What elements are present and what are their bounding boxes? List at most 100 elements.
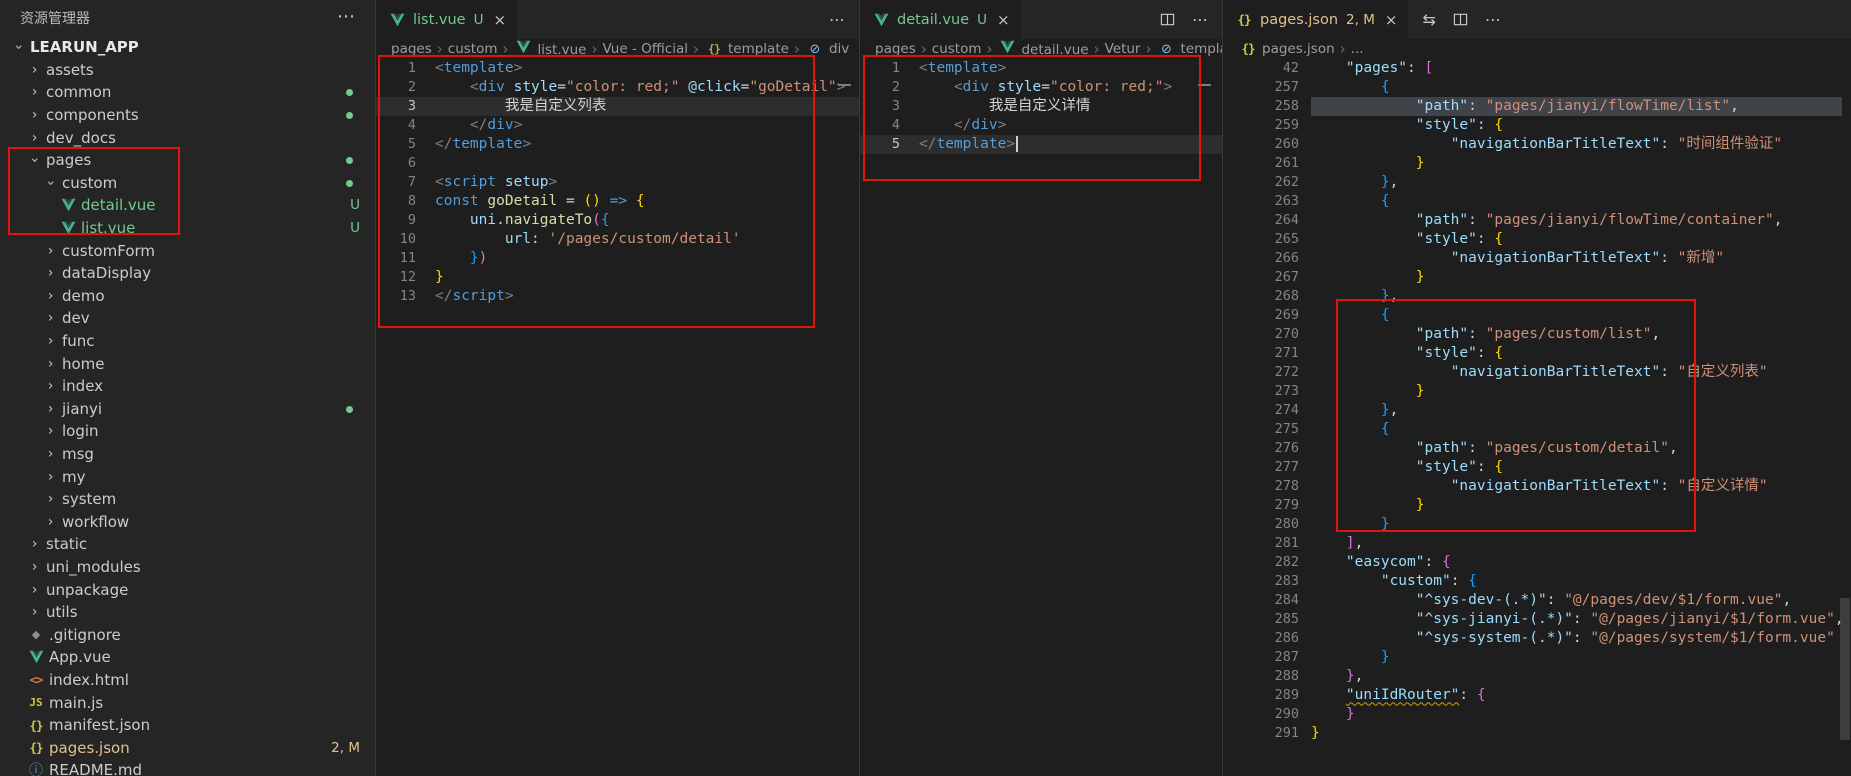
breadcrumb-item-custom[interactable]: custom [932,41,982,57]
tree-item-label: LEARUN_APP [30,38,139,56]
tree-folder-uni_modules[interactable]: ›uni_modules [0,556,375,579]
line-content: } [1311,496,1425,515]
breadcrumb-item-template[interactable]: ⊘template [1156,41,1222,57]
line-content: "uniIdRouter": { [1311,686,1486,705]
tab-bar: list.vueU× ⋯ [376,0,859,39]
split-editor-icon[interactable] [1160,12,1175,27]
open-changes-icon[interactable]: ⇆ [1422,10,1435,29]
tree-folder-workflow[interactable]: ›workflow [0,510,375,533]
tree-folder-pages[interactable]: ›pages [0,149,375,172]
tree-file-README.md[interactable]: ⓘREADME.md [0,759,375,776]
modified-dot [346,112,353,119]
tree-folder-dev[interactable]: ›dev [0,307,375,330]
split-editor-icon[interactable] [1453,12,1468,27]
line-number: 282 [1223,553,1299,572]
breadcrumb-item-pages.json[interactable]: {}pages.json [1238,41,1335,57]
breadcrumb-separator: › [1145,40,1151,58]
line-content: }, [1311,173,1398,192]
close-icon[interactable]: × [1385,11,1398,29]
tree-folder-demo[interactable]: ›demo [0,285,375,308]
breadcrumb-item-Vetur[interactable]: Vetur [1105,41,1141,57]
code-editor[interactable]: 42 "pages": [257 {258 "path": "pages/jia… [1223,59,1851,743]
line-content: 我是自定义列表 [435,97,606,116]
breadcrumb-separator: › [1094,40,1100,58]
tree-file-list.vue[interactable]: list.vueU [0,217,375,240]
tree-folder-system[interactable]: ›system [0,488,375,511]
chevron-right-icon: › [42,265,59,281]
tree-folder-index[interactable]: ›index [0,375,375,398]
code-line: 288 }, [1223,667,1851,686]
code-editor[interactable]: 1<template>2 <div style="color: red;">3 … [860,59,1222,154]
breadcrumb-item-pages[interactable]: pages [391,41,432,57]
tree-folder-assets[interactable]: ›assets [0,59,375,82]
line-content: } [1311,648,1390,667]
breadcrumb-item-div[interactable]: ⊘div [805,41,849,57]
tree-folder-common[interactable]: ›common [0,81,375,104]
breadcrumb-item-Vue - Official[interactable]: Vue - Official [602,41,688,57]
tree-folder-dev_docs[interactable]: ›dev_docs [0,126,375,149]
tree-item-label: customForm [62,242,155,260]
line-number: 7 [376,173,416,192]
tree-folder-unpackage[interactable]: ›unpackage [0,578,375,601]
tab-list.vue[interactable]: list.vueU× [376,0,517,39]
tree-item-label: dataDisplay [62,264,151,282]
tree-folder-static[interactable]: ›static [0,533,375,556]
code-line: 272 "navigationBarTitleText": "自定义列表" [1223,363,1851,382]
more-actions-icon[interactable]: ⋯ [829,10,845,29]
line-content: 我是自定义详情 [919,97,1090,116]
line-number: 286 [1223,629,1299,648]
tree-folder-msg[interactable]: ›msg [0,443,375,466]
close-icon[interactable]: × [494,11,507,29]
tree-folder-home[interactable]: ›home [0,352,375,375]
breadcrumb-item-pages[interactable]: pages [875,41,916,57]
scrollbar-thumb[interactable] [1840,598,1850,740]
tree-folder-LEARUN_APP[interactable]: ›LEARUN_APP [0,36,375,59]
line-content: "^sys-system-(.*)": "@/pages/system/$1/f… [1311,629,1835,648]
tree-folder-jianyi[interactable]: ›jianyi [0,398,375,421]
tree-file-detail.vue[interactable]: detail.vueU [0,194,375,217]
close-icon[interactable]: × [997,11,1010,29]
tree-file-main.js[interactable]: JSmain.js [0,691,375,714]
code-line: 5</template> [860,135,1222,154]
tree-folder-custom[interactable]: ›custom [0,172,375,195]
modified-dot [346,157,353,164]
breadcrumb-item-detail.vue[interactable]: detail.vue [997,40,1088,58]
more-actions-icon[interactable]: ⋯ [1485,10,1501,29]
breadcrumb-item-custom[interactable]: custom [448,41,498,57]
tree-folder-my[interactable]: ›my [0,465,375,488]
tree-folder-utils[interactable]: ›utils [0,601,375,624]
breadcrumb-item-...[interactable]: ... [1351,41,1364,57]
tree-file-manifest.json[interactable]: {}manifest.json [0,714,375,737]
chevron-right-icon: › [42,333,59,349]
breadcrumb-item-template[interactable]: {}template [704,41,789,57]
breadcrumb-separator: › [1340,40,1346,58]
tree-folder-func[interactable]: ›func [0,330,375,353]
tab-detail.vue[interactable]: detail.vueU× [860,0,1021,39]
tree-file-App.vue[interactable]: App.vue [0,646,375,669]
code-line: 259 "style": { [1223,116,1851,135]
tree-folder-customForm[interactable]: ›customForm [0,239,375,262]
breadcrumb-item-list.vue[interactable]: list.vue [513,40,586,58]
tab-pages.json[interactable]: {}pages.json2, M× [1223,0,1408,39]
html-icon: <> [26,673,46,687]
more-actions-icon[interactable]: ⋯ [337,6,355,27]
tree-item-label: main.js [49,694,103,712]
tree-folder-login[interactable]: ›login [0,420,375,443]
line-number: 288 [1223,667,1299,686]
chevron-right-icon: › [42,423,59,439]
code-line: 13</script> [376,287,859,306]
more-actions-icon[interactable]: ⋯ [1192,10,1208,29]
line-number: 270 [1223,325,1299,344]
code-line: 265 "style": { [1223,230,1851,249]
tree-folder-dataDisplay[interactable]: ›dataDisplay [0,262,375,285]
tab-git-badge: 2, M [1346,12,1375,28]
tree-file-.gitignore[interactable]: ◆.gitignore [0,623,375,646]
chevron-right-icon: › [26,107,43,123]
tree-file-index.html[interactable]: <>index.html [0,669,375,692]
line-content: "style": { [1311,230,1503,249]
code-editor[interactable]: 1<template>2 <div style="color: red;" @c… [376,59,859,306]
tree-folder-components[interactable]: ›components [0,104,375,127]
tree-item-label: demo [62,287,105,305]
code-line: 271 "style": { [1223,344,1851,363]
tree-file-pages.json[interactable]: {}pages.json2, M [0,736,375,759]
